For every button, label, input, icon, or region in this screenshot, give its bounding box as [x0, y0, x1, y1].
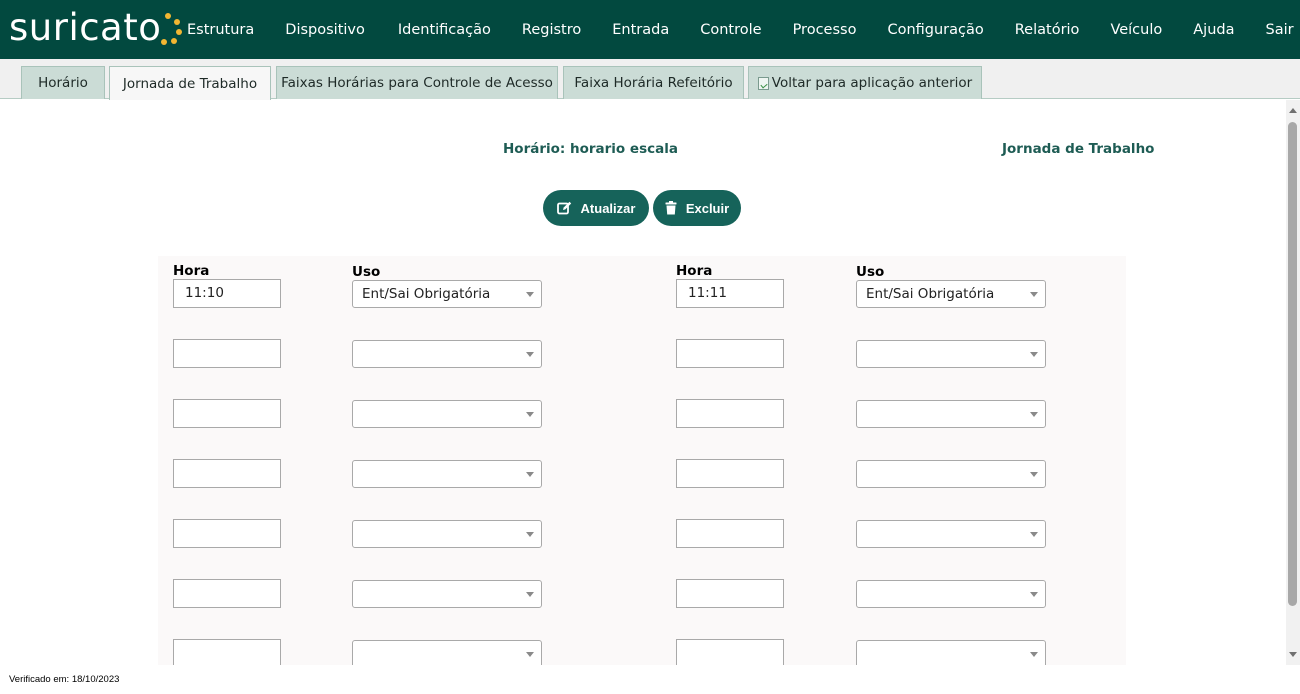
- hora-input-right[interactable]: [676, 519, 784, 548]
- hora-input-left[interactable]: [173, 459, 281, 488]
- hora-input-left[interactable]: [173, 399, 281, 428]
- chevron-down-icon: [1030, 292, 1038, 297]
- uso-select-left[interactable]: [352, 640, 542, 665]
- chevron-down-icon: [526, 352, 534, 357]
- uso-select-left[interactable]: [352, 520, 542, 548]
- hora-label-right: Hora: [676, 263, 713, 279]
- menu-item-identificacao[interactable]: Identificação: [398, 22, 491, 38]
- logo-dots-icon: [157, 11, 183, 45]
- uso-select-right[interactable]: [856, 460, 1046, 488]
- horario-caption: Horário: horario escala: [503, 141, 678, 157]
- uso-select-left[interactable]: [352, 460, 542, 488]
- uso-select-left[interactable]: Ent/Sai Obrigatória: [352, 280, 542, 308]
- hora-input-right[interactable]: [676, 579, 784, 608]
- uso-label-left: Uso: [352, 264, 381, 280]
- uso-select-right[interactable]: Ent/Sai Obrigatória: [856, 280, 1046, 308]
- uso-select-left[interactable]: [352, 400, 542, 428]
- uso-select-right[interactable]: [856, 400, 1046, 428]
- menu-item-registro[interactable]: Registro: [522, 22, 581, 38]
- edit-icon: [556, 201, 571, 215]
- menu-item-veiculo[interactable]: Veículo: [1110, 22, 1162, 38]
- hora-input-right[interactable]: [676, 399, 784, 428]
- jornada-form-panel: Hora Uso Hora Uso 11:10 Ent/Sai Obrigatór…: [158, 256, 1126, 665]
- hora-input-right[interactable]: [676, 639, 784, 665]
- uso-select-left[interactable]: [352, 580, 542, 608]
- menu-item-ajuda[interactable]: Ajuda: [1193, 22, 1234, 38]
- tab-horario[interactable]: Horário: [21, 66, 105, 99]
- uso-select-right[interactable]: [856, 640, 1046, 665]
- chevron-down-icon: [1030, 352, 1038, 357]
- logo-text: suricato: [9, 6, 162, 49]
- tab-label: Faixa Horária Refeitório: [574, 75, 733, 91]
- tab-label: Horário: [38, 75, 88, 91]
- verified-footer: Verificado em: 18/10/2023: [9, 674, 120, 685]
- tab-faixas-horarias-controle-acesso[interactable]: Faixas Horárias para Controle de Acesso: [276, 66, 558, 99]
- hora-input-right[interactable]: [676, 459, 784, 488]
- chevron-down-icon: [1030, 592, 1038, 597]
- menu-item-relatorio[interactable]: Relatório: [1015, 22, 1080, 38]
- hora-input-left[interactable]: [173, 579, 281, 608]
- atualizar-button[interactable]: Atualizar: [543, 190, 649, 226]
- menu-item-configuracao[interactable]: Configuração: [887, 22, 983, 38]
- hora-input-left[interactable]: [173, 339, 281, 368]
- menu-item-dispositivo[interactable]: Dispositivo: [285, 22, 365, 38]
- excluir-button[interactable]: Excluir: [653, 190, 741, 226]
- chevron-down-icon: [1030, 652, 1038, 657]
- excluir-label: Excluir: [685, 200, 730, 216]
- uso-select-right[interactable]: [856, 520, 1046, 548]
- chevron-down-icon: [1030, 412, 1038, 417]
- top-navigation-bar: suricato Estrutura Dispositivo Identificaç…: [0, 0, 1300, 59]
- tab-faixa-horaria-refeitorio[interactable]: Faixa Horária Refeitório: [563, 66, 744, 99]
- scroll-down-arrow-icon[interactable]: [1289, 652, 1297, 657]
- menu-item-estrutura[interactable]: Estrutura: [187, 22, 254, 38]
- tab-jornada-de-trabalho[interactable]: Jornada de Trabalho: [109, 66, 271, 100]
- chevron-down-icon: [526, 532, 534, 537]
- scroll-up-arrow-icon[interactable]: [1289, 108, 1297, 113]
- menu-item-sair[interactable]: Sair: [1265, 22, 1293, 38]
- suricato-logo[interactable]: suricato: [9, 6, 183, 50]
- hora-input-left[interactable]: 11:10: [173, 279, 281, 308]
- atualizar-label: Atualizar: [580, 200, 636, 216]
- uso-selected-value: Ent/Sai Obrigatória: [362, 286, 491, 302]
- menu-item-controle[interactable]: Controle: [700, 22, 761, 38]
- hora-input-left[interactable]: [173, 639, 281, 665]
- uso-selected-value: Ent/Sai Obrigatória: [866, 286, 995, 302]
- tab-label: Faixas Horárias para Controle de Acesso: [281, 75, 553, 91]
- chevron-down-icon: [526, 652, 534, 657]
- scrollbar-thumb[interactable]: [1288, 122, 1297, 606]
- vertical-scrollbar[interactable]: [1286, 100, 1300, 665]
- trash-icon: [665, 201, 677, 215]
- uso-label-right: Uso: [856, 264, 885, 280]
- hora-input-right[interactable]: [676, 339, 784, 368]
- chevron-down-icon: [1030, 472, 1038, 477]
- chevron-down-icon: [526, 592, 534, 597]
- hora-input-right[interactable]: 11:11: [676, 279, 784, 308]
- tab-label: Voltar para aplicação anterior: [771, 75, 973, 91]
- uso-select-right[interactable]: [856, 340, 1046, 368]
- uso-select-left[interactable]: [352, 340, 542, 368]
- broken-image-icon: [757, 76, 769, 90]
- tab-strip: Horário Jornada de Trabalho Faixas Horár…: [0, 59, 1300, 100]
- menu-item-entrada[interactable]: Entrada: [612, 22, 669, 38]
- section-caption: Jornada de Trabalho: [1002, 141, 1155, 157]
- chevron-down-icon: [526, 292, 534, 297]
- tab-voltar-aplicacao-anterior[interactable]: Voltar para aplicação anterior: [748, 66, 982, 99]
- menu-item-processo[interactable]: Processo: [793, 22, 857, 38]
- hora-label-left: Hora: [173, 263, 210, 279]
- content-area: Horário: horario escala Jornada de Traba…: [0, 100, 1286, 665]
- main-menu: Estrutura Dispositivo Identificação Registr…: [187, 0, 1300, 59]
- uso-select-right[interactable]: [856, 580, 1046, 608]
- tab-label: Jornada de Trabalho: [122, 75, 258, 92]
- chevron-down-icon: [1030, 532, 1038, 537]
- chevron-down-icon: [526, 412, 534, 417]
- hora-input-left[interactable]: [173, 519, 281, 548]
- chevron-down-icon: [526, 472, 534, 477]
